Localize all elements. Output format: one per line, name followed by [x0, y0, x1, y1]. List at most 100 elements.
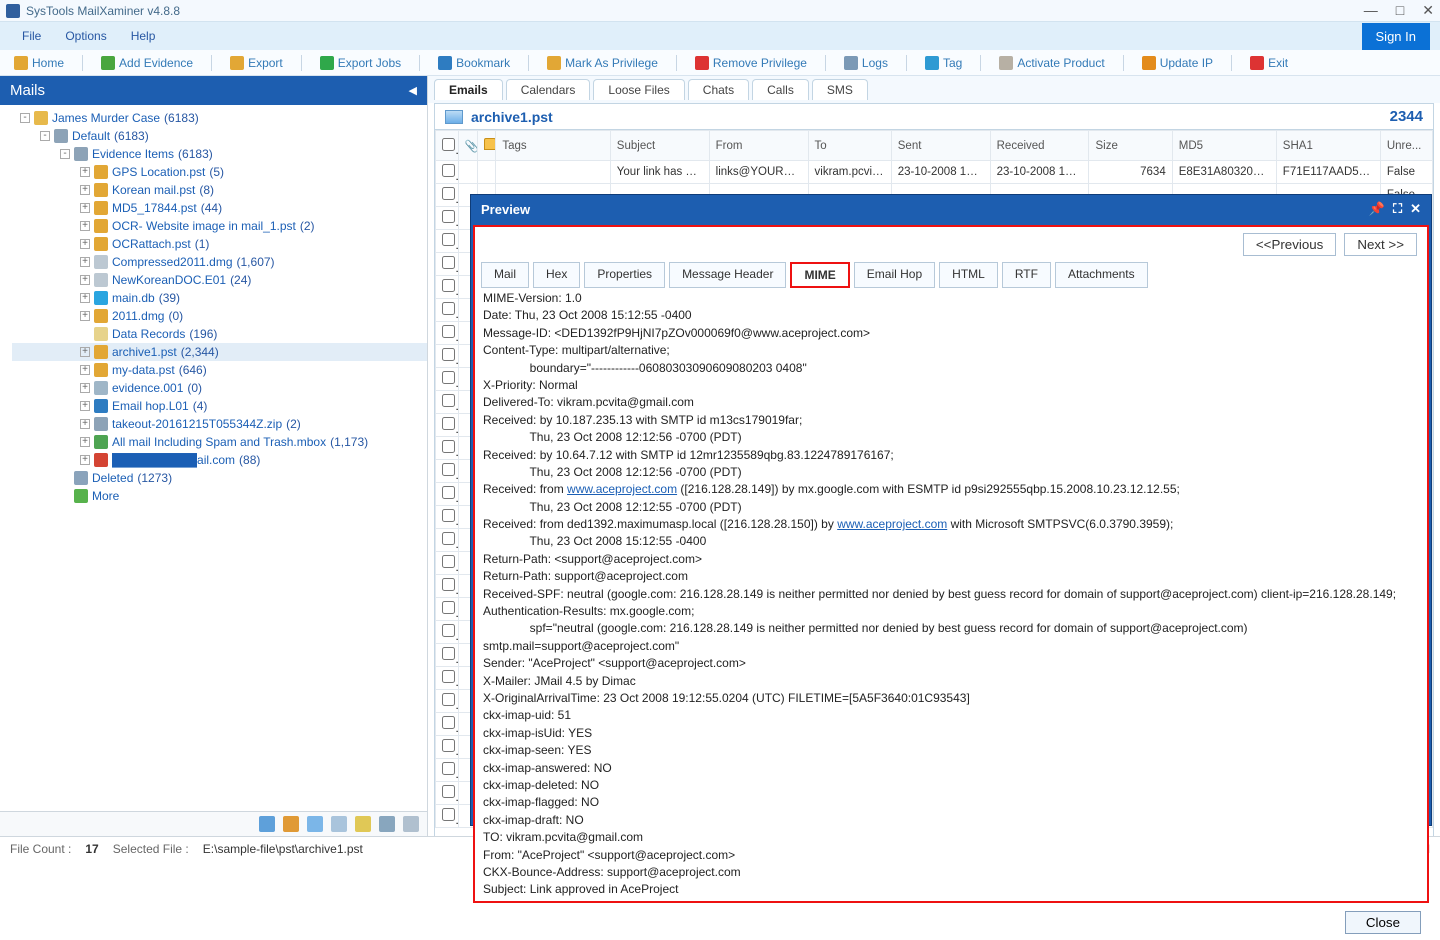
expand-icon[interactable]: + — [80, 419, 90, 429]
tree-item[interactable]: +archive1.pst (2,344) — [12, 343, 427, 361]
toolbar-logs[interactable]: Logs — [836, 54, 896, 72]
column-header[interactable]: MD5 — [1172, 131, 1276, 161]
row-checkbox[interactable] — [442, 486, 455, 499]
tab-emails[interactable]: Emails — [434, 79, 503, 100]
column-header[interactable]: Tags — [496, 131, 610, 161]
row-checkbox[interactable] — [442, 716, 455, 729]
toolbar-tag[interactable]: Tag — [917, 54, 970, 72]
preview-close-icon[interactable]: ✕ — [1410, 201, 1421, 217]
row-checkbox[interactable] — [442, 555, 455, 568]
column-header[interactable]: To — [808, 131, 891, 161]
table-row[interactable]: Your link has be...links@YOURDO...vikram… — [436, 161, 1433, 184]
pin-icon[interactable]: 📌 — [1369, 201, 1385, 217]
expand-icon[interactable]: + — [80, 437, 90, 447]
expand-icon[interactable]: + — [80, 347, 90, 357]
column-header[interactable]: Unre... — [1380, 131, 1432, 161]
toolbar-remove-privilege[interactable]: Remove Privilege — [687, 54, 815, 72]
expand-icon[interactable]: + — [80, 275, 90, 285]
tool-icon-1[interactable] — [259, 816, 275, 832]
expand-icon[interactable]: + — [80, 383, 90, 393]
expand-icon[interactable]: + — [80, 167, 90, 177]
column-header[interactable]: Sent — [891, 131, 990, 161]
collapse-icon[interactable]: ◀ — [409, 84, 417, 97]
tree-item[interactable]: +GPS Location.pst (5) — [12, 163, 427, 181]
expand-icon[interactable]: - — [20, 113, 30, 123]
tab-calendars[interactable]: Calendars — [506, 79, 591, 100]
tree-item[interactable]: -James Murder Case (6183) — [12, 109, 427, 127]
preview-tab-html[interactable]: HTML — [939, 262, 998, 288]
tool-icon-3[interactable] — [307, 816, 323, 832]
row-checkbox[interactable] — [442, 394, 455, 407]
tab-loose-files[interactable]: Loose Files — [593, 79, 684, 100]
row-checkbox[interactable] — [442, 440, 455, 453]
toolbar-export[interactable]: Export — [222, 54, 291, 72]
tree-item[interactable]: +Compressed2011.dmg (1,607) — [12, 253, 427, 271]
row-checkbox[interactable] — [442, 762, 455, 775]
column-header[interactable]: SHA1 — [1276, 131, 1380, 161]
column-header[interactable]: Received — [990, 131, 1089, 161]
tree-item[interactable]: +takeout-20161215T055344Z.zip (2) — [12, 415, 427, 433]
tree-item[interactable]: +NewKoreanDOC.E01 (24) — [12, 271, 427, 289]
sign-in-button[interactable]: Sign In — [1362, 23, 1430, 50]
select-all-checkbox[interactable] — [436, 131, 459, 161]
row-checkbox[interactable] — [442, 210, 455, 223]
toolbar-home[interactable]: Home — [6, 54, 72, 72]
tree-item[interactable]: More — [12, 487, 427, 505]
preview-tab-mime[interactable]: MIME — [790, 262, 849, 288]
tab-chats[interactable]: Chats — [688, 79, 749, 100]
row-checkbox[interactable] — [442, 647, 455, 660]
close-icon[interactable]: ✕ — [1422, 2, 1434, 19]
tree-item[interactable]: -Default (6183) — [12, 127, 427, 145]
lock-column[interactable] — [477, 131, 496, 161]
tree-item[interactable]: +Email hop.L01 (4) — [12, 397, 427, 415]
attachment-column[interactable]: 📎 — [458, 131, 477, 161]
row-checkbox[interactable] — [442, 532, 455, 545]
tree-item[interactable]: +my-data.pst (646) — [12, 361, 427, 379]
row-checkbox[interactable] — [442, 302, 455, 315]
menu-options[interactable]: Options — [53, 25, 118, 47]
tree-item[interactable]: +MD5_17844.pst (44) — [12, 199, 427, 217]
preview-tab-mail[interactable]: Mail — [481, 262, 529, 288]
menu-help[interactable]: Help — [119, 25, 168, 47]
tree-item[interactable]: +Korean mail.pst (8) — [12, 181, 427, 199]
toolbar-bookmark[interactable]: Bookmark — [430, 54, 518, 72]
mime-content[interactable]: MIME-Version: 1.0 Date: Thu, 23 Oct 2008… — [475, 288, 1427, 901]
evidence-tree[interactable]: -James Murder Case (6183)-Default (6183)… — [0, 105, 427, 811]
expand-icon[interactable]: + — [80, 185, 90, 195]
expand-icon[interactable]: ⛶ — [1393, 201, 1402, 217]
tree-item[interactable]: +main.db (39) — [12, 289, 427, 307]
row-checkbox[interactable] — [442, 233, 455, 246]
expand-icon[interactable]: - — [40, 131, 50, 141]
expand-icon[interactable]: + — [80, 293, 90, 303]
menu-file[interactable]: File — [10, 25, 53, 47]
next-button[interactable]: Next >> — [1344, 233, 1417, 256]
row-checkbox[interactable] — [442, 578, 455, 591]
row-checkbox[interactable] — [442, 693, 455, 706]
row-checkbox[interactable] — [442, 785, 455, 798]
gear-icon[interactable] — [379, 816, 395, 832]
preview-tab-message-header[interactable]: Message Header — [669, 262, 786, 288]
link[interactable]: www.aceproject.com — [837, 517, 947, 531]
tool-icon-7[interactable] — [403, 816, 419, 832]
previous-button[interactable]: <<Previous — [1243, 233, 1336, 256]
maximize-icon[interactable]: □ — [1396, 2, 1404, 19]
tree-item[interactable]: +OCRattach.pst (1) — [12, 235, 427, 253]
expand-icon[interactable]: + — [80, 239, 90, 249]
tool-icon-2[interactable] — [283, 816, 299, 832]
expand-icon[interactable]: + — [80, 203, 90, 213]
tree-item[interactable]: +All mail Including Spam and Trash.mbox … — [12, 433, 427, 451]
expand-icon[interactable]: + — [80, 455, 90, 465]
tree-item[interactable]: Deleted (1273) — [12, 469, 427, 487]
row-checkbox[interactable] — [442, 808, 455, 821]
column-header[interactable]: Size — [1089, 131, 1172, 161]
tree-item[interactable]: Data Records (196) — [12, 325, 427, 343]
tab-sms[interactable]: SMS — [812, 79, 868, 100]
toolbar-add-evidence[interactable]: Add Evidence — [93, 54, 201, 72]
row-checkbox[interactable] — [442, 670, 455, 683]
expand-icon[interactable]: + — [80, 401, 90, 411]
tab-calls[interactable]: Calls — [752, 79, 809, 100]
toolbar-update-ip[interactable]: Update IP — [1134, 54, 1221, 72]
row-checkbox[interactable] — [442, 417, 455, 430]
row-checkbox[interactable] — [442, 325, 455, 338]
preview-tab-rtf[interactable]: RTF — [1002, 262, 1051, 288]
